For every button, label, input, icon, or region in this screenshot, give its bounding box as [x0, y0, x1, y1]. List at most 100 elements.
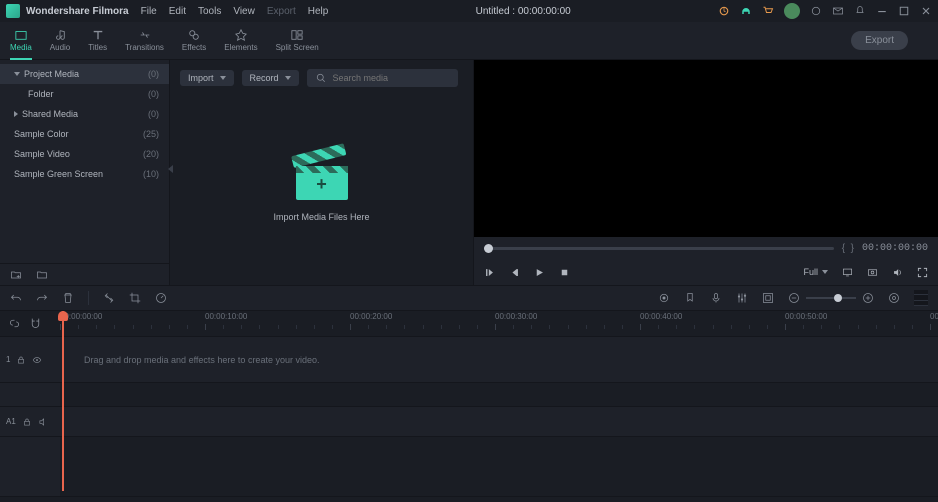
video-track-head: 1	[0, 337, 60, 382]
link-icon[interactable]	[8, 317, 21, 330]
audio-track-body[interactable]	[60, 407, 938, 436]
video-track-body[interactable]: Drag and drop media and effects here to …	[60, 337, 938, 382]
sidebar: Project Media(0)Folder(0)Shared Media(0)…	[0, 60, 170, 285]
search-input[interactable]	[333, 73, 450, 83]
preview-video[interactable]	[474, 60, 938, 237]
cloud-icon[interactable]	[810, 5, 822, 17]
clapperboard-icon: +	[296, 156, 348, 200]
new-folder-icon[interactable]	[10, 269, 22, 281]
import-dropdown[interactable]: Import	[180, 70, 234, 86]
audio-track: A1	[0, 407, 938, 437]
audio-track-head: A1	[0, 407, 60, 436]
undo-icon[interactable]	[10, 292, 22, 304]
tab-effects[interactable]: Effects	[182, 29, 206, 52]
split-icon[interactable]	[103, 292, 115, 304]
mic-icon[interactable]	[710, 292, 722, 304]
folder-icon[interactable]	[36, 269, 48, 281]
ruler-tick: 00:01:00:00	[930, 312, 938, 321]
badge-icon[interactable]	[718, 5, 730, 17]
snapshot-icon[interactable]	[867, 267, 878, 278]
sidebar-item-sample-video[interactable]: Sample Video(20)	[0, 144, 169, 164]
mail-icon[interactable]	[832, 5, 844, 17]
display-icon[interactable]	[842, 267, 853, 278]
tab-transitions[interactable]: Transitions	[125, 29, 164, 52]
search-icon	[315, 72, 327, 84]
time-ruler[interactable]: 00:00:00:0000:00:10:0000:00:20:0000:00:3…	[60, 311, 938, 336]
timecode: 00:00:00:00	[862, 243, 928, 254]
zoom-fit-icon[interactable]	[888, 292, 900, 304]
zoom-in-icon[interactable]	[862, 292, 874, 304]
playhead[interactable]	[62, 311, 64, 491]
record-vo-icon[interactable]	[658, 292, 670, 304]
crop-icon[interactable]	[129, 292, 141, 304]
app-logo	[6, 4, 20, 18]
menu-edit[interactable]: Edit	[169, 6, 186, 17]
stop-icon[interactable]	[559, 267, 570, 278]
mixer-icon[interactable]	[736, 292, 748, 304]
prev-frame-icon[interactable]	[484, 267, 495, 278]
title-actions	[718, 3, 932, 19]
tool-tabs: Media Audio Titles Transitions Effects Elemen…	[10, 29, 319, 52]
sidebar-item-sample-color[interactable]: Sample Color(25)	[0, 124, 169, 144]
chevron-down-icon	[14, 72, 20, 76]
tab-elements[interactable]: Elements	[224, 29, 257, 52]
menu-export[interactable]: Export	[267, 6, 296, 17]
resize-handle-icon[interactable]	[168, 165, 173, 173]
menu-tools[interactable]: Tools	[198, 6, 221, 17]
speed-icon[interactable]	[155, 292, 167, 304]
mute-icon[interactable]	[38, 417, 48, 427]
toolbar: Media Audio Titles Transitions Effects Elemen…	[0, 22, 938, 60]
zoom-slider[interactable]	[806, 297, 856, 299]
play-icon[interactable]	[534, 267, 545, 278]
avatar[interactable]	[784, 3, 800, 19]
menu-view[interactable]: View	[233, 6, 255, 17]
mark-in-out[interactable]: { }	[842, 243, 854, 254]
bell-icon[interactable]	[854, 5, 866, 17]
fullscreen-icon[interactable]	[917, 267, 928, 278]
sidebar-item-sample-green-screen[interactable]: Sample Green Screen(10)	[0, 164, 169, 184]
lock-icon[interactable]	[16, 355, 26, 365]
magnet-icon[interactable]	[29, 317, 42, 330]
sidebar-footer	[0, 263, 169, 285]
ruler-tick: 00:00:10:00	[205, 312, 247, 321]
export-button[interactable]: Export	[851, 31, 908, 50]
menu-help[interactable]: Help	[308, 6, 329, 17]
marker-list-icon[interactable]	[684, 292, 696, 304]
minimize-icon[interactable]	[876, 5, 888, 17]
search-box[interactable]	[307, 69, 458, 87]
tab-titles[interactable]: Titles	[88, 29, 107, 52]
close-icon[interactable]	[920, 5, 932, 17]
headset-icon[interactable]	[740, 5, 752, 17]
sidebar-item-shared-media[interactable]: Shared Media(0)	[0, 104, 169, 124]
render-icon[interactable]	[762, 292, 774, 304]
timeline: 00:00:00:0000:00:10:0000:00:20:0000:00:3…	[0, 311, 938, 497]
menu-file[interactable]: File	[141, 6, 157, 17]
sidebar-item-folder[interactable]: Folder(0)	[0, 84, 169, 104]
tab-audio[interactable]: Audio	[50, 29, 70, 52]
edit-toolbar	[0, 285, 938, 311]
quality-dropdown[interactable]: Full	[803, 267, 828, 277]
volume-icon[interactable]	[892, 267, 903, 278]
sidebar-item-project-media[interactable]: Project Media(0)	[0, 64, 169, 84]
maximize-icon[interactable]	[898, 5, 910, 17]
cart-icon[interactable]	[762, 5, 774, 17]
eye-icon[interactable]	[32, 355, 42, 365]
tab-media[interactable]: Media	[10, 29, 32, 52]
ruler-tick: 00:00:20:00	[350, 312, 392, 321]
zoom-out-icon[interactable]	[788, 292, 800, 304]
ruler-tick: 00:00:50:00	[785, 312, 827, 321]
playback-controls: Full	[474, 259, 938, 285]
lock-icon[interactable]	[22, 417, 32, 427]
scrub-track[interactable]	[484, 247, 834, 250]
next-frame-icon[interactable]	[509, 267, 520, 278]
media-dropzone[interactable]: + Import Media Files Here	[170, 92, 473, 285]
delete-icon[interactable]	[62, 292, 74, 304]
redo-icon[interactable]	[36, 292, 48, 304]
scrub-thumb[interactable]	[484, 244, 493, 253]
titlebar: Wondershare Filmora FileEditToolsViewExp…	[0, 0, 938, 22]
tab-split-screen[interactable]: Split Screen	[276, 29, 319, 52]
track-manager-icon[interactable]	[914, 290, 928, 306]
video-track: 1 Drag and drop media and effects here t…	[0, 337, 938, 383]
record-dropdown[interactable]: Record	[242, 70, 299, 86]
chevron-right-icon	[14, 111, 18, 117]
